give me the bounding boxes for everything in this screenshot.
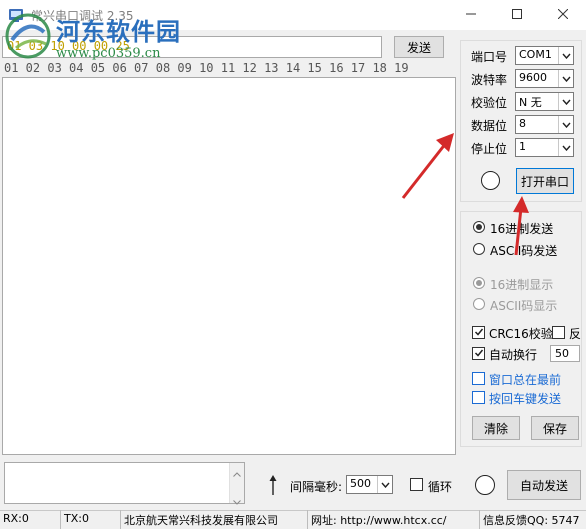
feedback-qq: 信息反馈QQ: 5747 (483, 514, 580, 527)
always-on-top-label: 窗口总在最前 (489, 373, 562, 387)
save-button[interactable]: 保存 (531, 416, 579, 440)
parity-label: 校验位 (471, 96, 508, 110)
loop-checkbox[interactable] (410, 478, 423, 491)
send-button[interactable]: 发送 (394, 36, 444, 58)
watermark-logo-icon (2, 10, 54, 60)
hex-send-radio[interactable] (473, 221, 485, 233)
stopbits-value: 1 (519, 140, 526, 153)
hex-display-label: 16进制显示 (490, 278, 554, 292)
chevron-down-icon (558, 93, 573, 110)
maximize-button[interactable] (494, 0, 540, 30)
loop-label: 循环 (428, 480, 453, 494)
hex-send-label: 16进制发送 (490, 222, 554, 236)
crc16-checkbox[interactable] (472, 326, 485, 339)
chevron-down-icon (558, 47, 573, 64)
ascii-display-radio[interactable] (473, 298, 485, 310)
port-label: 端口号 (471, 50, 508, 64)
enter-to-send-label: 按回车键发送 (489, 392, 562, 406)
stopbits-label: 停止位 (471, 142, 508, 156)
chevron-down-icon (377, 476, 392, 493)
scroll-down-icon[interactable] (233, 494, 241, 508)
port-select[interactable]: COM1 (515, 46, 574, 65)
auto-send-indicator (475, 475, 495, 495)
crc16-label: CRC16校验 (489, 327, 553, 341)
chevron-down-icon (558, 139, 573, 156)
clear-button[interactable]: 清除 (472, 416, 520, 440)
close-icon (557, 8, 569, 22)
auto-newline-label: 自动换行 (489, 348, 538, 362)
baud-select[interactable]: 9600 (515, 69, 574, 88)
chevron-down-icon (558, 70, 573, 87)
rx-counter: RX:0 (0, 510, 61, 529)
databits-label: 数据位 (471, 119, 508, 133)
enter-to-send-checkbox[interactable] (472, 391, 485, 404)
maximize-icon (512, 8, 522, 22)
parity-value: N 无 (519, 96, 542, 109)
tx-counter: TX:0 (61, 510, 121, 529)
always-on-top-checkbox[interactable] (472, 372, 485, 385)
auto-send-button[interactable]: 自动发送 (507, 470, 581, 500)
check-icon (474, 347, 484, 361)
databits-value: 8 (519, 117, 526, 130)
send-textarea[interactable] (4, 462, 245, 504)
interval-value: 500 (350, 477, 371, 490)
watermark-title: 河东软件园 (56, 17, 181, 46)
port-status-indicator (481, 171, 500, 190)
minimize-icon (466, 8, 476, 22)
newline-count-input[interactable]: 50 (550, 345, 580, 362)
scroll-up-icon[interactable] (233, 466, 241, 480)
up-arrow-icon (268, 474, 278, 499)
minimize-button[interactable] (448, 0, 494, 30)
watermark-url: www.pc0359.cn (56, 46, 161, 61)
close-button[interactable] (540, 0, 586, 30)
column-ruler: 01 02 03 04 05 06 07 08 09 10 11 12 13 1… (4, 61, 409, 75)
baud-label: 波特率 (471, 73, 508, 87)
stopbits-select[interactable]: 1 (515, 138, 574, 157)
auto-newline-checkbox[interactable] (472, 347, 485, 360)
company-name: 北京航天常兴科技发展有限公司 (121, 510, 308, 529)
databits-select[interactable]: 8 (515, 115, 574, 134)
port-value: COM1 (519, 48, 552, 61)
check-icon (474, 326, 484, 340)
parity-select[interactable]: N 无 (515, 92, 574, 111)
open-port-button[interactable]: 打开串口 (516, 168, 574, 194)
ascii-display-label: ASCII码显示 (490, 299, 558, 313)
reverse-label: 反 (569, 327, 582, 341)
website: 网址: http://www.htcx.cc/ (308, 510, 480, 529)
ascii-send-radio[interactable] (473, 243, 485, 255)
chevron-down-icon (558, 116, 573, 133)
receive-area[interactable] (2, 77, 456, 455)
baud-value: 9600 (519, 71, 547, 84)
reverse-checkbox[interactable] (552, 326, 565, 339)
send-scrollbar[interactable] (229, 463, 244, 505)
ascii-send-label: ASCII码发送 (490, 244, 558, 258)
hex-display-radio[interactable] (473, 277, 485, 289)
interval-label: 间隔毫秒: (290, 480, 343, 494)
interval-select[interactable]: 500 (346, 475, 393, 494)
